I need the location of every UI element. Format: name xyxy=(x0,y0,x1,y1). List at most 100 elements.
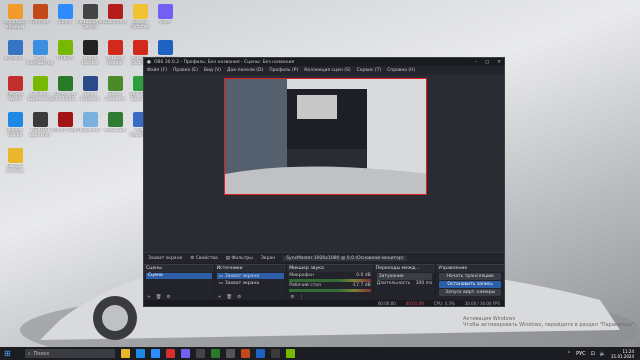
taskbar-app-icon[interactable] xyxy=(150,349,160,358)
search-box[interactable]: ⌕ Поиск xyxy=(24,349,115,358)
app-icon xyxy=(82,4,98,19)
mixer-level: -17.7 dB xyxy=(351,283,371,288)
transitions-header: Переходы межд... xyxy=(373,265,436,272)
taskbar-app-icon[interactable] xyxy=(120,349,130,358)
taskbar-app-icon[interactable] xyxy=(285,349,295,358)
taskbar-apps xyxy=(115,349,295,358)
source-name: Захват экрана xyxy=(148,255,183,261)
menu-item[interactable]: Правка (E) xyxy=(173,68,198,73)
mixer-row-mic: Микрофон 0.0 dB xyxy=(287,273,373,282)
mixer-channel-name: Микрофон xyxy=(289,273,314,278)
menu-item[interactable]: Вид (V) xyxy=(204,68,221,73)
transition-duration: Длительность 300 ms xyxy=(376,281,433,286)
menu-item[interactable]: Коллекция сцен (S) xyxy=(304,68,350,73)
desktop-icon-label: Google Chrome xyxy=(6,164,24,174)
volume-meter[interactable] xyxy=(289,279,371,282)
source-toolbar: Захват экрана ⚙ Свойства ▤ Фильтры Экран… xyxy=(144,252,504,263)
filters-button[interactable]: ▤ Фильтры xyxy=(226,256,253,261)
app-icon xyxy=(7,76,23,91)
mixer-level: 0.0 dB xyxy=(356,273,371,278)
screen-select[interactable]: SyncMaster 1920x1080 @ 0,0 (Основной мон… xyxy=(283,255,407,261)
preview-area[interactable] xyxy=(144,75,504,252)
network-icon[interactable]: ⊡ xyxy=(591,351,595,357)
system-tray: ⌃ РУС ⊡ 🔈 11:24 21.01.2024 xyxy=(567,349,640,359)
menu-item[interactable]: Сервис (T) xyxy=(357,68,382,73)
taskbar-app-icon[interactable] xyxy=(195,349,205,358)
controls-header: Управление xyxy=(436,265,504,272)
start-button[interactable]: ⊞ xyxy=(4,349,11,358)
taskbar-app-icon[interactable] xyxy=(180,349,190,358)
start-streaming-button[interactable]: Начать трансляцию xyxy=(439,273,501,280)
clock[interactable]: 11:24 21.01.2024 xyxy=(611,349,634,359)
preview-canvas[interactable] xyxy=(224,78,427,195)
volume-icon[interactable]: 🔈 xyxy=(600,351,606,357)
cpu-usage: CPU: 4.3% xyxy=(433,300,455,306)
source-item[interactable]: ▭ Захват экрана xyxy=(216,273,285,279)
desktop-icon[interactable]: Viber xyxy=(152,4,178,25)
app-icon xyxy=(32,112,48,127)
obs-status-bar: 00:00:00 00:01:09 CPU: 4.3% 30.00 / 30.0… xyxy=(144,300,504,306)
desktop-icon[interactable]: Ashampoo камеры xyxy=(2,4,28,30)
live-time: 00:00:00 xyxy=(377,300,396,306)
app-icon xyxy=(7,112,23,127)
taskbar-app-icon[interactable] xyxy=(210,349,220,358)
taskbar-app-icon[interactable] xyxy=(255,349,265,358)
app-icon xyxy=(7,148,23,163)
scenes-header: Сцены xyxy=(144,265,214,272)
menu-item[interactable]: Профиль (P) xyxy=(269,68,298,73)
taskbar-app-icon[interactable] xyxy=(240,349,250,358)
properties-button[interactable]: ⚙ Свойства xyxy=(190,256,217,261)
minimize-button[interactable]: – xyxy=(475,60,477,65)
app-icon xyxy=(57,112,73,127)
search-icon: ⌕ xyxy=(27,350,31,357)
app-icon xyxy=(7,40,23,55)
desktop-icon[interactable]: Saved Pictures xyxy=(127,4,153,30)
taskbar-app-icon[interactable] xyxy=(135,349,145,358)
docks: Сцены Сцена + 🗑 ⚙ Источники ▭ Захват экр… xyxy=(144,264,504,301)
desktop-icon[interactable]: Leda Game Center xyxy=(77,4,103,30)
app-icon xyxy=(107,76,123,91)
sources-header: Источники xyxy=(214,265,287,272)
scene-item[interactable]: Сцена xyxy=(146,273,212,279)
stop-recording-button[interactable]: Остановить запись xyxy=(439,281,501,288)
app-icon xyxy=(32,4,48,19)
menu-item[interactable]: Док-панели (D) xyxy=(227,68,263,73)
taskbar-app-icon[interactable] xyxy=(165,349,175,358)
desktop-icon[interactable]: Этот компьютер xyxy=(27,40,53,66)
volume-meter[interactable] xyxy=(289,289,371,292)
app-icon xyxy=(82,76,98,91)
obs-title-bar[interactable]: ● OBS 30.0.2 - Профиль: Без названия - С… xyxy=(144,58,504,66)
obs-window[interactable]: ● OBS 30.0.2 - Профиль: Без названия - С… xyxy=(143,57,505,307)
obs-logo-icon: ● xyxy=(147,59,151,65)
obs-menubar: Файл (F) Правка (E) Вид (V) Док-панели (D) П… xyxy=(144,66,504,75)
obs-title: OBS 30.0.2 - Профиль: Без названия - Сце… xyxy=(153,59,295,65)
app-icon xyxy=(157,40,173,55)
app-icon xyxy=(7,4,23,19)
app-icon xyxy=(107,112,123,127)
virtual-camera-button[interactable]: Запуск вирт. камеры xyxy=(439,289,501,296)
menu-item[interactable]: Файл (F) xyxy=(147,68,167,73)
source-item[interactable]: ▭ Захват экрана xyxy=(217,280,285,286)
transition-select[interactable]: Затухание xyxy=(376,273,433,280)
taskbar: ⊞ ⌕ Поиск ⌃ РУС ⊡ 🔈 11:24 21.01.2024 xyxy=(0,347,640,360)
language-indicator[interactable]: РУС xyxy=(576,351,586,357)
duration-input[interactable]: 300 ms xyxy=(416,281,433,286)
desktop-icon[interactable]: Google Chrome xyxy=(2,148,28,174)
taskbar-app-icon[interactable] xyxy=(270,349,280,358)
app-icon xyxy=(82,40,98,55)
monitor-icon: ▭ xyxy=(218,280,223,286)
fps: 30.00 / 30.00 FPS xyxy=(464,300,500,306)
app-icon xyxy=(82,112,98,127)
desktop-icon[interactable]: NEXTRP Launcher xyxy=(27,112,53,138)
taskbar-app-icon[interactable] xyxy=(225,349,235,358)
close-button[interactable]: ✕ xyxy=(497,60,501,65)
rec-time: 00:01:09 xyxy=(405,300,424,306)
activation-watermark: Активация Windows Чтобы активировать Win… xyxy=(463,316,636,328)
screen-label: Экран xyxy=(260,255,276,261)
maximize-button[interactable]: □ xyxy=(485,60,489,65)
desktop-icon-label: Viber xyxy=(159,20,171,25)
preview-image xyxy=(225,79,426,194)
tray-chevron-icon[interactable]: ⌃ xyxy=(567,351,571,357)
menu-item[interactable]: Справка (H) xyxy=(387,68,415,73)
app-icon xyxy=(57,40,73,55)
